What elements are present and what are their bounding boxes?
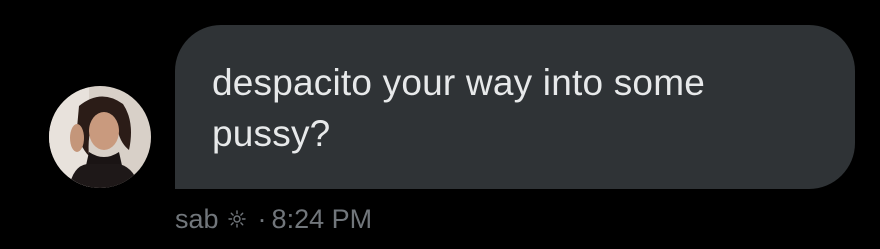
sun-icon: [227, 210, 246, 228]
meta-separator: ·: [257, 203, 267, 234]
message-meta: sab · 8:24 PM: [175, 202, 372, 236]
message-timestamp: 8:24 PM: [271, 203, 373, 234]
message-bubble[interactable]: despacito your way into some pussy?: [175, 25, 855, 189]
sender-name: sab: [175, 203, 219, 234]
message-text: despacito your way into some pussy?: [212, 62, 706, 154]
avatar[interactable]: [49, 86, 151, 188]
avatar-photo: [49, 86, 151, 188]
